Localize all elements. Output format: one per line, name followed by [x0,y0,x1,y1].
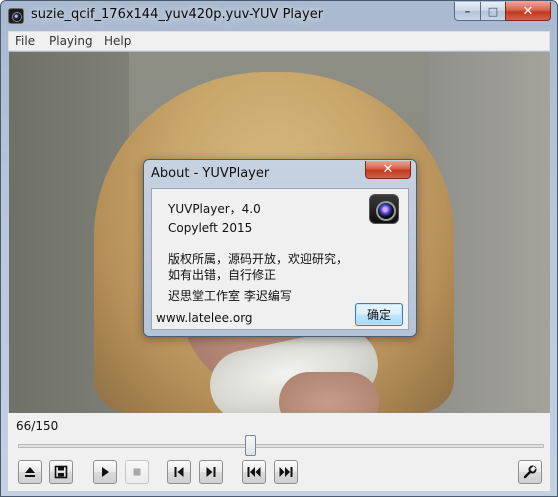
play-button[interactable] [93,460,117,484]
frame-counter: 66/150 [16,419,59,433]
minimize-button[interactable]: – [454,2,481,21]
ok-button-label: 确定 [366,308,391,322]
first-frame-button[interactable] [242,460,266,484]
video-subject-hand [279,372,379,413]
app-icon[interactable] [8,8,24,24]
save-icon [54,465,68,479]
stop-icon [133,468,141,476]
save-button[interactable] [49,460,73,484]
author-text: 迟思堂工作室 李迟编写 [168,289,292,303]
menu-bar: File Playing Help [8,31,550,51]
website-link[interactable]: www.latelee.org [156,311,253,325]
seek-slider-thumb[interactable] [245,435,256,456]
about-dialog-close-button[interactable]: ✕ [365,161,411,179]
seek-slider-track[interactable] [18,444,544,448]
next-frame-button[interactable] [199,460,223,484]
last-frame-button[interactable] [274,460,298,484]
menu-playing[interactable]: Playing [49,34,93,48]
maximize-button[interactable]: □ [480,2,506,21]
settings-button[interactable] [518,460,542,484]
menu-help[interactable]: Help [104,34,131,48]
license-line-2: 如有出错，自行修正 [168,268,277,282]
about-dialog-title: About - YUVPlayer [151,166,270,181]
close-button[interactable]: ✕ [505,2,551,21]
eject-button[interactable] [18,460,42,484]
minimize-icon: – [464,4,471,18]
maximize-icon: □ [487,4,499,18]
eject-icon [25,467,35,477]
ok-button[interactable]: 确定 [355,303,403,326]
app-window: suzie_qcif_176x144_yuv420p.yuv-YUV Playe… [0,0,558,497]
settings-wrench-icon [523,465,537,479]
title-bar: suzie_qcif_176x144_yuv420p.yuv-YUV Playe… [1,1,557,31]
previous-frame-button[interactable] [167,460,191,484]
prev-frame-icon [174,467,184,477]
camera-lens-icon [369,194,399,224]
license-line-1: 版权所属，源码开放，欢迎研究， [168,252,349,266]
copyleft-text: Copyleft 2015 [168,221,253,235]
window-title: suzie_qcif_176x144_yuv420p.yuv-YUV Playe… [31,7,324,22]
about-dialog: About - YUVPlayer ✕ YUVPlayer，4.0 Copyle… [143,159,417,337]
next-frame-icon [206,467,216,477]
first-frame-icon [247,467,261,477]
version-text: YUVPlayer，4.0 [168,202,261,216]
about-dialog-body: YUVPlayer，4.0 Copyleft 2015 版权所属，源码开放，欢迎… [151,188,409,330]
stop-button[interactable] [125,460,149,484]
close-icon: ✕ [522,3,534,19]
menu-file[interactable]: File [15,34,35,48]
playback-controls: 66/150 [8,413,550,491]
close-icon: ✕ [382,162,394,177]
last-frame-icon [279,467,293,477]
play-icon [102,467,109,477]
